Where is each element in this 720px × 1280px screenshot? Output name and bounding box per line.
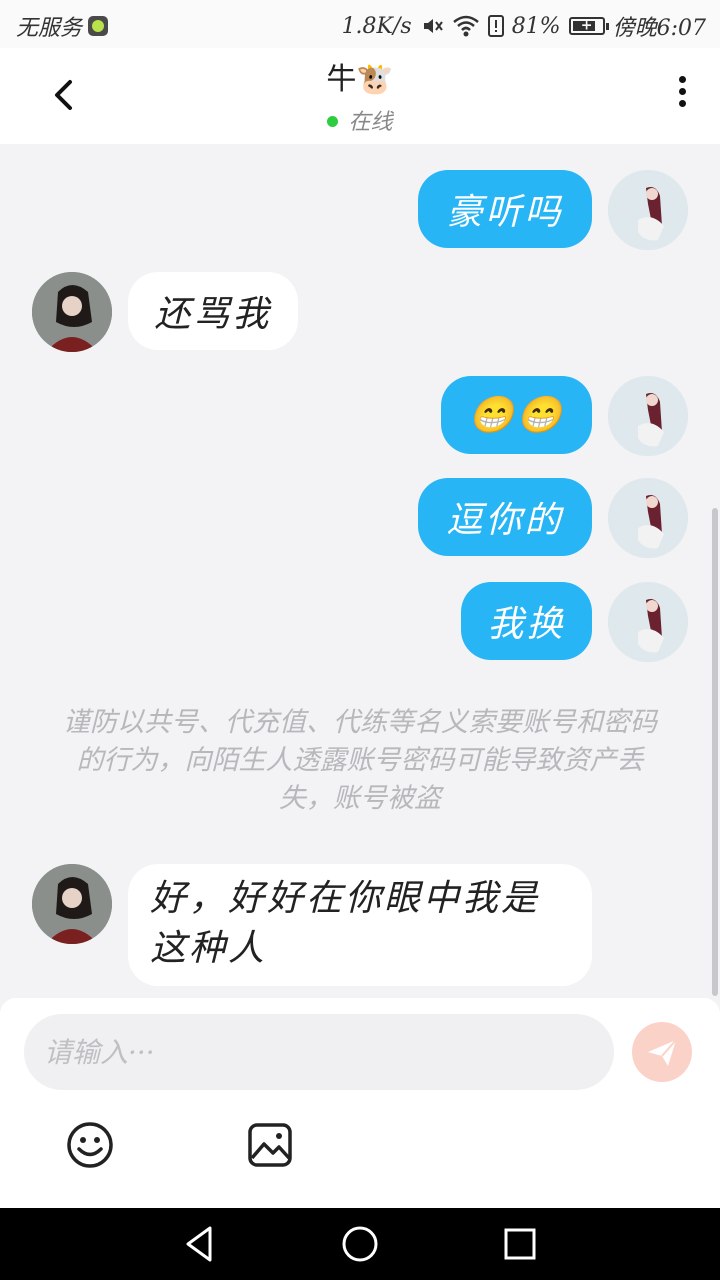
- wifi-icon: [452, 15, 479, 37]
- send-button[interactable]: [632, 1022, 692, 1082]
- sim-icon: [88, 16, 109, 36]
- nav-back-icon[interactable]: [178, 1222, 222, 1266]
- battery-percent: 81%: [511, 13, 561, 39]
- online-dot-icon: [327, 115, 339, 127]
- nav-home-icon[interactable]: [338, 1222, 382, 1266]
- emoji-icon[interactable]: [65, 1120, 115, 1170]
- sim-alert-icon: [487, 15, 504, 37]
- send-icon: [648, 1039, 677, 1066]
- status-bar: 无服务 1.8K/s 81% + 傍晚6:07: [0, 0, 720, 48]
- net-speed: 1.8K/s: [341, 13, 412, 39]
- online-status: 在线: [0, 104, 720, 136]
- message-bubble-incoming[interactable]: 好，好好在你眼中我是这种人: [128, 864, 592, 986]
- contact-name: 牛🐮: [326, 62, 394, 97]
- contact-avatar[interactable]: [32, 272, 112, 352]
- carrier-text: 无服务: [16, 16, 83, 41]
- contact-avatar[interactable]: [32, 864, 112, 944]
- chat-header: 牛🐮 在线: [0, 48, 720, 144]
- clock: 傍晚6:07: [612, 16, 706, 41]
- charging-icon: +: [580, 17, 593, 34]
- more-icon[interactable]: [670, 76, 694, 116]
- my-avatar[interactable]: [608, 582, 688, 662]
- battery-icon: +: [568, 17, 609, 35]
- system-nav-bar: [0, 1208, 720, 1280]
- message-bubble-incoming[interactable]: 还骂我: [128, 272, 298, 350]
- message-input[interactable]: [24, 1014, 614, 1090]
- my-avatar[interactable]: [608, 478, 688, 558]
- image-icon[interactable]: [245, 1120, 295, 1170]
- nav-recents-icon[interactable]: [498, 1222, 542, 1266]
- security-notice: 谨防以共号、代充值、代练等名义索要账号和密码的行为，向陌生人透露账号密码可能导致…: [63, 707, 657, 814]
- message-bubble-outgoing[interactable]: 我换: [461, 582, 592, 660]
- chat-scrollbar[interactable]: [712, 508, 718, 996]
- message-bubble-outgoing[interactable]: 豪听吗: [418, 170, 592, 248]
- my-avatar[interactable]: [608, 376, 688, 456]
- my-avatar[interactable]: [608, 170, 688, 250]
- online-status-text: 在线: [348, 110, 393, 135]
- composer-panel: [0, 998, 720, 1208]
- message-bubble-outgoing[interactable]: 逗你的: [418, 478, 592, 556]
- message-bubble-outgoing[interactable]: 😁😁: [441, 376, 592, 454]
- mute-icon: [423, 19, 443, 33]
